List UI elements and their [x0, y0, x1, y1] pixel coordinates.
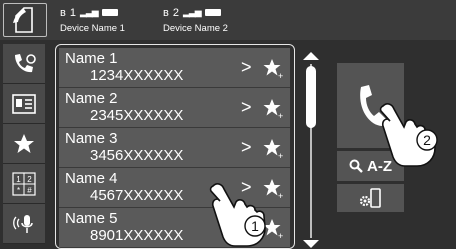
contact-name: Name 4: [65, 170, 118, 187]
device-index: 2: [172, 6, 179, 19]
list-item[interactable]: Name 2 2345XXXXXX > +: [59, 88, 290, 128]
dialpad-button[interactable]: 1 2 * #: [3, 164, 45, 204]
phonebook-button[interactable]: [3, 84, 45, 124]
contact-number: 4567XXXXXX: [90, 187, 184, 204]
callout-number: 2: [423, 132, 431, 148]
list-scrollbar[interactable]: [301, 52, 321, 248]
gear-phone-icon: [359, 188, 381, 208]
contact-name: Name 2: [65, 90, 118, 107]
contact-number: 3456XXXXXX: [90, 147, 184, 164]
list-item[interactable]: Name 1 1234XXXXXX > +: [59, 48, 290, 88]
chevron-right-icon[interactable]: >: [241, 57, 252, 78]
contact-name: Name 5: [65, 210, 118, 227]
call-history-button[interactable]: [3, 44, 45, 84]
add-favorite-icon[interactable]: +: [263, 58, 285, 80]
battery-icon: [101, 9, 118, 16]
svg-text:+: +: [278, 71, 283, 80]
add-favorite-icon[interactable]: +: [263, 98, 285, 120]
contact-number: 8901XXXXXX: [90, 227, 184, 244]
device-name: Device Name 2: [163, 23, 228, 34]
device-1-status: ʙ 1 ▂▃▅ Device Name 1: [60, 4, 180, 38]
device-name: Device Name 1: [60, 23, 125, 34]
svg-text:#: #: [27, 186, 32, 195]
touch-hand-callout-2: 2: [379, 103, 438, 167]
battery-icon: [204, 9, 221, 16]
phonebook-icon: [12, 93, 36, 114]
signal-icon: ▂▃▅: [182, 7, 202, 17]
left-menu: 1 2 * #: [0, 40, 50, 249]
device-index: 1: [69, 6, 76, 19]
svg-text:1: 1: [16, 175, 21, 184]
svg-text:2: 2: [27, 175, 32, 184]
svg-text:+: +: [278, 111, 283, 120]
favorites-button[interactable]: [3, 124, 45, 164]
search-icon: [349, 159, 363, 173]
phone-settings-button[interactable]: [337, 184, 404, 212]
callout-number: 1: [251, 218, 259, 234]
signal-icon: ▂▃▅: [79, 7, 99, 17]
svg-text:*: *: [17, 186, 20, 195]
contact-number: 2345XXXXXX: [90, 107, 184, 124]
scroll-down-arrow-icon[interactable]: [303, 240, 319, 248]
voice-dial-icon: [13, 214, 33, 233]
voice-dial-button[interactable]: [3, 204, 45, 244]
scroll-up-arrow-icon[interactable]: [303, 52, 319, 60]
scroll-thumb[interactable]: [306, 66, 316, 128]
favorite-star-icon: [14, 133, 34, 153]
phone-handset-icon: [13, 7, 33, 33]
chevron-right-icon[interactable]: >: [241, 97, 252, 118]
phone-settings-icon: [15, 53, 36, 72]
device-2-status: ʙ 2 ▂▃▅ Device Name 2: [163, 4, 283, 38]
bluetooth-icon: ʙ: [60, 6, 66, 19]
contact-name: Name 3: [65, 130, 118, 147]
status-bar: ʙ 1 ▂▃▅ Device Name 1 ʙ 2 ▂▃▅ Device Nam…: [0, 0, 456, 40]
bluetooth-icon: ʙ: [163, 6, 169, 19]
phone-source-tab[interactable]: [3, 3, 47, 37]
add-favorite-icon[interactable]: +: [263, 138, 285, 160]
list-item[interactable]: Name 3 3456XXXXXX > +: [59, 128, 290, 168]
dialpad-icon: 1 2 * #: [12, 171, 36, 196]
chevron-right-icon[interactable]: >: [241, 137, 252, 158]
touch-hand-callout-1: 1: [209, 183, 266, 247]
contact-name: Name 1: [65, 50, 118, 67]
contact-number: 1234XXXXXX: [90, 67, 184, 84]
svg-text:+: +: [278, 151, 283, 160]
